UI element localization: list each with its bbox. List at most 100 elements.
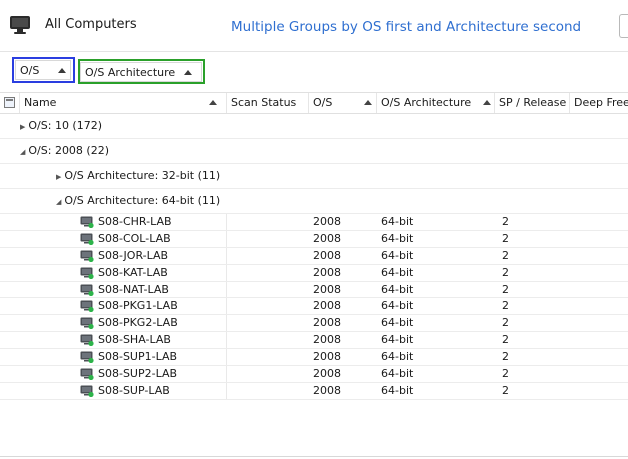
table-row[interactable]: S08-SUP2-LAB 2008 64-bit 2 xyxy=(0,366,628,383)
sort-ascending-icon xyxy=(364,100,372,105)
computer-architecture: 64-bit xyxy=(381,333,414,347)
column-header-scan-status[interactable]: Scan Status xyxy=(227,93,309,113)
table-row[interactable]: S08-PKG1-LAB 2008 64-bit 2 xyxy=(0,298,628,316)
column-divider xyxy=(226,332,227,349)
computer-architecture: 64-bit xyxy=(381,350,414,364)
select-all-column[interactable] xyxy=(0,93,20,113)
column-divider xyxy=(226,264,227,281)
collapse-arrow-icon[interactable]: ◢ xyxy=(56,198,61,206)
collapse-arrow-icon[interactable]: ◢ xyxy=(20,148,25,156)
highlight-box-os xyxy=(12,57,75,83)
computer-sp-release: 2 xyxy=(502,333,509,347)
computer-os: 2008 xyxy=(313,265,341,279)
computer-os: 2008 xyxy=(313,333,341,347)
computer-name: S08-SUP2-LAB xyxy=(98,367,178,381)
computer-sp-release: 2 xyxy=(502,248,509,262)
column-header-os[interactable]: O/S xyxy=(309,93,377,113)
computer-name: S08-PKG1-LAB xyxy=(98,299,178,313)
computer-sp-release: 2 xyxy=(502,215,509,228)
computer-sp-release: 2 xyxy=(502,265,509,279)
column-header-row: Name Scan Status O/S O/S Architecture SP… xyxy=(0,92,628,114)
table-row[interactable]: S08-NAT-LAB 2008 64-bit 2 xyxy=(0,281,628,299)
computer-architecture: 64-bit xyxy=(381,383,414,397)
sort-ascending-icon xyxy=(209,100,217,105)
table-row[interactable]: S08-JOR-LAB 2008 64-bit 2 xyxy=(0,247,628,265)
computer-os: 2008 xyxy=(313,282,341,296)
computer-online-icon xyxy=(80,250,94,262)
computer-sp-release: 2 xyxy=(502,282,509,296)
expand-arrow-icon[interactable]: ▶ xyxy=(56,173,61,181)
computer-architecture: 64-bit xyxy=(381,215,414,228)
table-row[interactable]: S08-CHR-LAB 2008 64-bit 2 xyxy=(0,214,628,231)
expand-arrow-icon[interactable]: ▶ xyxy=(20,123,25,131)
group-row-arch-32bit[interactable]: ▶ O/S Architecture: 32-bit (11) xyxy=(0,164,628,189)
computer-sp-release: 2 xyxy=(502,299,509,313)
column-divider xyxy=(226,230,227,247)
page-title: All Computers xyxy=(45,17,137,32)
computer-online-icon xyxy=(80,233,94,245)
computer-name: S08-KAT-LAB xyxy=(98,265,168,279)
sort-ascending-icon xyxy=(483,100,491,105)
table-row[interactable]: S08-SUP-LAB 2008 64-bit 2 xyxy=(0,382,628,400)
computer-online-icon xyxy=(80,216,94,228)
computer-online-icon xyxy=(80,368,94,381)
computer-online-icon xyxy=(80,300,94,313)
table-row[interactable]: S08-SHA-LAB 2008 64-bit 2 xyxy=(0,332,628,350)
highlight-box-os-architecture xyxy=(78,59,205,84)
computer-online-icon xyxy=(80,351,94,364)
column-divider xyxy=(226,281,227,298)
table-row[interactable]: S08-PKG2-LAB 2008 64-bit 2 xyxy=(0,315,628,333)
computer-online-icon xyxy=(80,334,94,347)
computer-online-icon xyxy=(80,317,94,330)
column-divider xyxy=(226,382,227,399)
computer-name: S08-SUP1-LAB xyxy=(98,350,178,364)
computer-architecture: 64-bit xyxy=(381,231,414,245)
computer-name: S08-COL-LAB xyxy=(98,231,171,245)
computer-os: 2008 xyxy=(313,367,341,381)
column-divider xyxy=(226,214,227,230)
column-divider xyxy=(226,349,227,366)
toolbar-button-partial[interactable] xyxy=(619,14,628,38)
computer-os: 2008 xyxy=(313,299,341,313)
computer-name: S08-NAT-LAB xyxy=(98,282,169,296)
computer-sp-release: 2 xyxy=(502,383,509,397)
computer-os: 2008 xyxy=(313,231,341,245)
column-header-name[interactable]: Name xyxy=(20,93,227,113)
column-divider xyxy=(226,247,227,264)
computer-sp-release: 2 xyxy=(502,367,509,381)
computer-name: S08-SHA-LAB xyxy=(98,333,171,347)
group-row-arch-64bit[interactable]: ◢ O/S Architecture: 64-bit (11) xyxy=(0,189,628,214)
computer-online-icon xyxy=(80,385,94,397)
page-subtitle: Multiple Groups by OS first and Architec… xyxy=(231,19,582,35)
computer-os: 2008 xyxy=(313,383,341,397)
computer-name: S08-PKG2-LAB xyxy=(98,316,178,330)
computer-grid: ▶ O/S: 10 (172) ◢ O/S: 2008 (22) ▶ O/S Arch… xyxy=(0,114,628,400)
computer-name: S08-SUP-LAB xyxy=(98,383,170,397)
computer-sp-release: 2 xyxy=(502,350,509,364)
computer-architecture: 64-bit xyxy=(381,282,414,296)
computer-online-icon xyxy=(80,267,94,279)
computer-os: 2008 xyxy=(313,215,341,228)
table-row[interactable]: S08-KAT-LAB 2008 64-bit 2 xyxy=(0,264,628,282)
computer-os: 2008 xyxy=(313,316,341,330)
computer-online-icon xyxy=(80,284,94,296)
table-row[interactable]: S08-SUP1-LAB 2008 64-bit 2 xyxy=(0,349,628,367)
select-all-icon[interactable] xyxy=(4,97,15,108)
group-row-os-2008[interactable]: ◢ O/S: 2008 (22) xyxy=(0,139,628,164)
column-header-sp-release[interactable]: SP / Release xyxy=(495,93,570,113)
table-row[interactable]: S08-COL-LAB 2008 64-bit 2 xyxy=(0,230,628,248)
column-header-os-architecture[interactable]: O/S Architecture xyxy=(377,93,495,113)
computer-architecture: 64-bit xyxy=(381,299,414,313)
computer-architecture: 64-bit xyxy=(381,248,414,262)
column-divider xyxy=(226,315,227,332)
group-row-os-10[interactable]: ▶ O/S: 10 (172) xyxy=(0,114,628,139)
computer-rows: S08-CHR-LAB 2008 64-bit 2 S08-COL-LAB 2008 64-… xyxy=(0,214,628,400)
column-header-deep-freeze[interactable]: Deep Freez xyxy=(570,93,628,113)
computer-name: S08-JOR-LAB xyxy=(98,248,169,262)
monitor-icon xyxy=(10,16,30,34)
computer-architecture: 64-bit xyxy=(381,265,414,279)
computer-architecture: 64-bit xyxy=(381,367,414,381)
computer-os: 2008 xyxy=(313,350,341,364)
column-divider xyxy=(226,298,227,315)
computer-name: S08-CHR-LAB xyxy=(98,215,172,228)
